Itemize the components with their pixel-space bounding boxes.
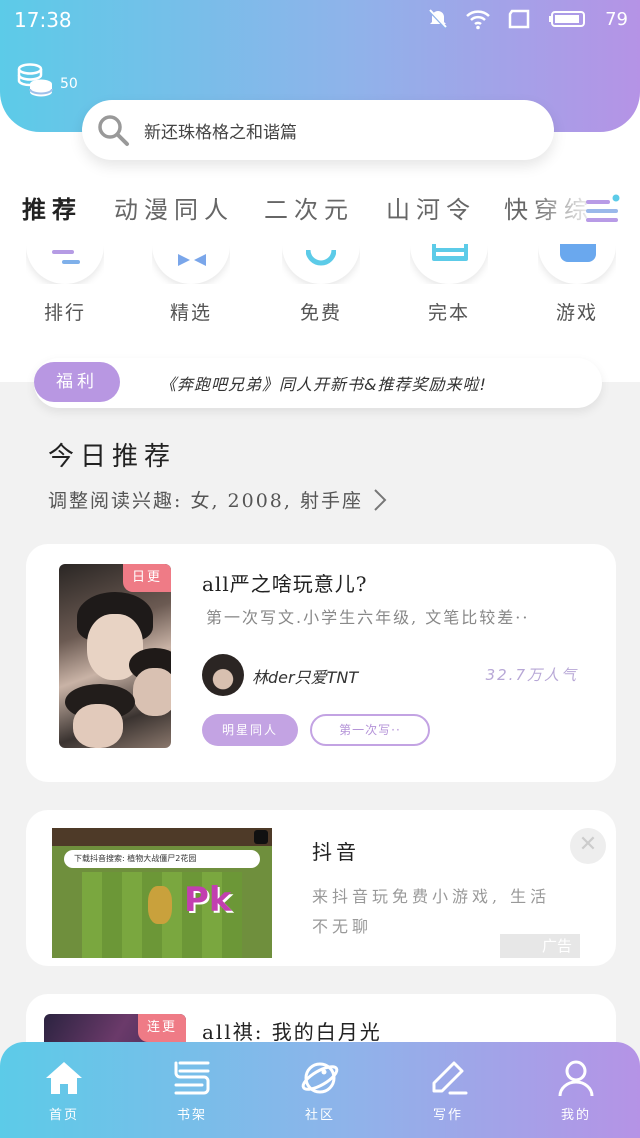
ad-card[interactable]: 下载抖音搜索: 植物大战僵尸2花园 Pk 抖音 来抖音玩免费小游戏, 生活不无聊…: [26, 810, 616, 966]
tab-recommend[interactable]: 推荐: [22, 190, 82, 225]
quick-entry-featured[interactable]: 精选: [146, 244, 236, 325]
nav-label: 书架: [176, 1108, 207, 1123]
book-complete-icon: [410, 244, 488, 284]
tiktok-icon: [254, 830, 268, 844]
game-icon: [538, 244, 616, 284]
battery-level: 79: [605, 8, 628, 30]
mute-icon: [429, 9, 448, 30]
chevron-right-icon: [374, 488, 387, 511]
category-menu-button[interactable]: [586, 194, 622, 228]
coins-icon: [17, 63, 53, 97]
reading-interest-text: 调整阅读兴趣: 女, 2008, 射手座: [48, 490, 363, 512]
coin-count: 50: [60, 76, 78, 92]
planet-icon: [301, 1062, 339, 1094]
status-icons: 79: [427, 8, 628, 30]
nav-label: 社区: [304, 1108, 335, 1123]
pen-icon: [432, 1061, 468, 1095]
nav-community[interactable]: 社区: [280, 1058, 360, 1123]
nav-label: 写作: [432, 1108, 463, 1123]
section-title: 今日推荐: [48, 442, 177, 472]
quick-entry-games[interactable]: 游戏: [532, 244, 622, 325]
tabs-fade: [530, 186, 640, 240]
search-bar[interactable]: 新还珠格格之和谐篇: [82, 100, 554, 160]
sim-icon: [508, 9, 530, 29]
book-title: all祺: 我的白月光: [202, 1020, 382, 1044]
bookshelf-icon: [174, 1061, 210, 1095]
ad-title: 抖音: [312, 840, 360, 864]
bottom-navigation: 首页 书架 社区 写作 我的: [0, 1042, 640, 1138]
home-icon: [46, 1062, 82, 1094]
nav-label: 首页: [48, 1108, 79, 1123]
quick-entry-ranking[interactable]: 排行: [20, 244, 110, 325]
ad-image-badge: Pk: [184, 880, 232, 920]
menu-icon: [586, 194, 620, 222]
quick-entry-label: 免费: [299, 302, 342, 324]
nav-label: 我的: [560, 1108, 591, 1123]
author-name: 林der只爱TNT: [252, 668, 359, 687]
search-icon: [98, 115, 129, 146]
ad-label: 广告: [500, 934, 580, 958]
notice-text: 《奔跑吧兄弟》同人开新书&推荐奖励来啦!: [160, 375, 487, 394]
tab-shanheling[interactable]: 山河令: [386, 190, 476, 225]
reading-interest-link[interactable]: 调整阅读兴趣: 女, 2008, 射手座: [48, 486, 387, 513]
quick-entry-label: 精选: [169, 302, 212, 324]
coin-balance[interactable]: 50: [16, 62, 78, 100]
ad-image: 下载抖音搜索: 植物大战僵尸2花园 Pk: [52, 828, 272, 958]
bow-icon: [152, 244, 230, 284]
quick-entry-completed[interactable]: 完本: [404, 244, 494, 325]
nav-home[interactable]: 首页: [24, 1058, 104, 1123]
quick-entries: 排行 精选 免费 完本 游戏: [0, 244, 640, 334]
close-ad-button[interactable]: ✕: [570, 828, 606, 864]
close-icon: ✕: [578, 832, 598, 857]
welfare-notice[interactable]: 福利 《奔跑吧兄弟》同人开新书&推荐奖励来啦!: [34, 358, 602, 408]
book-cover: 日更: [59, 564, 171, 748]
search-placeholder: 新还珠格格之和谐篇: [144, 122, 297, 143]
quick-entry-free[interactable]: 免费: [276, 244, 366, 325]
avatar: [202, 654, 244, 696]
nav-bookshelf[interactable]: 书架: [152, 1058, 232, 1123]
quick-entry-label: 游戏: [555, 302, 598, 324]
ad-image-search-text: 下载抖音搜索: 植物大战僵尸2花园: [64, 850, 260, 868]
book-card[interactable]: 日更 all严之啥玩意儿? 第一次写文.小学生六年级, 文笔比较差·· 林der…: [26, 544, 616, 782]
book-title: all严之啥玩意儿?: [202, 572, 368, 596]
ranking-icon: [26, 244, 104, 284]
status-time: 17:38: [14, 8, 72, 32]
book-description: 第一次写文.小学生六年级, 文笔比较差··: [206, 608, 530, 627]
welfare-tag: 福利: [34, 362, 120, 402]
free-icon: [282, 244, 360, 284]
battery-icon: [549, 11, 586, 27]
update-badge: 日更: [123, 564, 171, 592]
nav-profile[interactable]: 我的: [536, 1058, 616, 1123]
update-badge: 连更: [138, 1014, 186, 1042]
tab-acg[interactable]: 二次元: [264, 190, 354, 225]
tab-anime-fanfic[interactable]: 动漫同人: [114, 190, 234, 225]
nav-write[interactable]: 写作: [408, 1058, 488, 1123]
quick-entry-label: 排行: [43, 302, 86, 324]
quick-entry-label: 完本: [427, 302, 470, 324]
profile-icon: [558, 1060, 594, 1097]
book-tag[interactable]: 第一次写··: [310, 714, 430, 746]
wifi-icon: [466, 10, 490, 30]
status-bar: 17:38 79: [0, 0, 640, 40]
book-tag[interactable]: 明星同人: [202, 714, 298, 746]
popularity-count: 32.7万人气: [485, 666, 578, 684]
ad-description: 来抖音玩免费小游戏, 生活不无聊: [312, 887, 551, 936]
